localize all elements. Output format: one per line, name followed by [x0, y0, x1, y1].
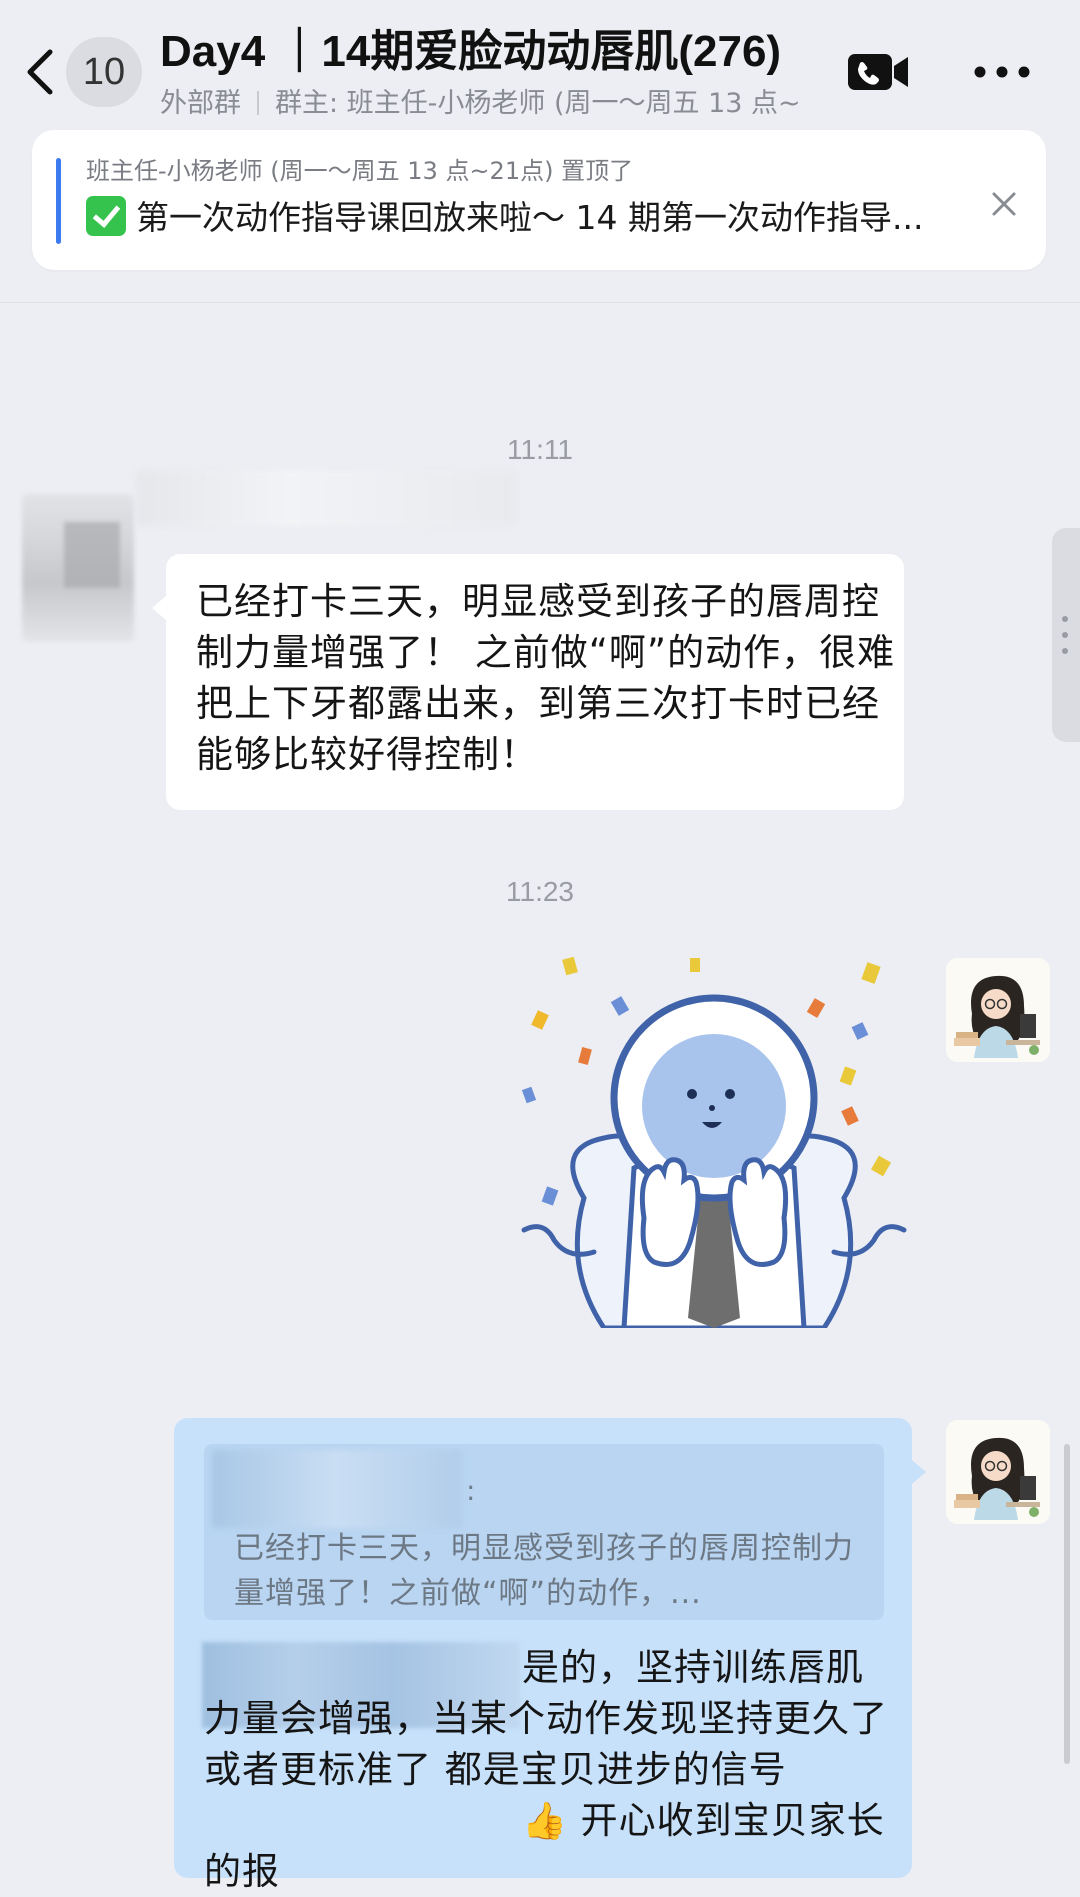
subtitle-divider: [257, 91, 259, 115]
chat-subtitle[interactable]: 外部群 群主: 班主任-小杨老师 (周一～周五 13 点~21点): [160, 86, 800, 122]
reply-text: 是的，坚持训练唇肌力量会增强，当某个动作发现坚持更久了 或者更标准了 都是宝贝进…: [204, 1642, 894, 1897]
quoted-colon: :: [466, 1474, 476, 1507]
scrollbar[interactable]: [1064, 1444, 1070, 1764]
reply-text-part1: 是的，坚持训练唇肌力量会增强，当某个动作发现坚持更久了 或者更标准了 都是宝贝进…: [204, 1646, 888, 1791]
more-options-button[interactable]: [970, 54, 1034, 90]
thumbs-up-icon: 👍: [522, 1801, 568, 1842]
timestamp: 11:11: [507, 434, 573, 465]
incoming-message-bubble[interactable]: 已经打卡三天，明显感受到孩子的唇周控制力量增强了！ 之前做“啊”的动作，很难把上…: [152, 554, 904, 810]
video-call-icon: [848, 54, 908, 90]
pinned-content-text: 第一次动作指导课回放来啦～ 14 期第一次动作指导...: [136, 198, 924, 237]
celebration-sticker[interactable]: [514, 948, 914, 1331]
quoted-sender-name: [212, 1450, 462, 1528]
group-owner-label: 群主: 班主任-小杨老师 (周一～周五 13 点~21点): [275, 88, 800, 119]
back-button[interactable]: [14, 40, 70, 104]
chat-title[interactable]: Day4 ｜14期爱脸动动唇肌(276): [160, 22, 800, 82]
pinned-content: 第一次动作指导课回放来啦～ 14 期第一次动作指导...: [86, 192, 976, 244]
video-call-button[interactable]: [846, 48, 910, 96]
quoted-text: 已经打卡三天，明显感受到孩子的唇周控制力量增强了！之前做“啊”的动作，...: [234, 1531, 854, 1611]
pinned-close-button[interactable]: [986, 186, 1022, 222]
teacher-avatar[interactable]: [946, 958, 1050, 1062]
teacher-avatar-icon: [946, 1420, 1050, 1524]
external-group-tag: 外部群: [160, 88, 241, 119]
close-icon: [992, 192, 1016, 216]
pinned-accent-bar: [56, 158, 61, 244]
check-mark-icon: [86, 196, 126, 236]
sender-avatar[interactable]: [22, 494, 134, 642]
teacher-avatar-icon: [946, 958, 1050, 1062]
outgoing-reply-bubble[interactable]: : 已经打卡三天，明显感受到孩子的唇周控制力量增强了！之前做“啊”的动作，...…: [174, 1418, 926, 1893]
celebration-sticker-icon: [521, 956, 907, 1331]
timestamp: 11:23: [506, 876, 574, 907]
message-text: 已经打卡三天，明显感受到孩子的唇周控制力量增强了！ 之前做“啊”的动作，很难把上…: [196, 580, 896, 776]
chevron-left-icon: [27, 49, 53, 95]
quoted-message[interactable]: : 已经打卡三天，明显感受到孩子的唇周控制力量增强了！之前做“啊”的动作，...: [204, 1444, 884, 1620]
teacher-avatar[interactable]: [946, 1420, 1050, 1524]
more-icon: [974, 66, 1030, 78]
side-drawer-handle[interactable]: [1052, 528, 1080, 742]
chat-header: 10 Day4 ｜14期爱脸动动唇肌(276) 外部群 群主: 班主任-小杨老师 …: [0, 0, 1080, 130]
unread-count-badge[interactable]: 10: [66, 37, 142, 107]
sender-name: [136, 470, 516, 526]
pinned-by-label: 班主任-小杨老师 (周一～周五 13 点~21点) 置顶了: [86, 157, 634, 185]
header-divider: [0, 302, 1080, 303]
pinned-message-banner[interactable]: 班主任-小杨老师 (周一～周五 13 点~21点) 置顶了 第一次动作指导课回放…: [32, 130, 1046, 270]
